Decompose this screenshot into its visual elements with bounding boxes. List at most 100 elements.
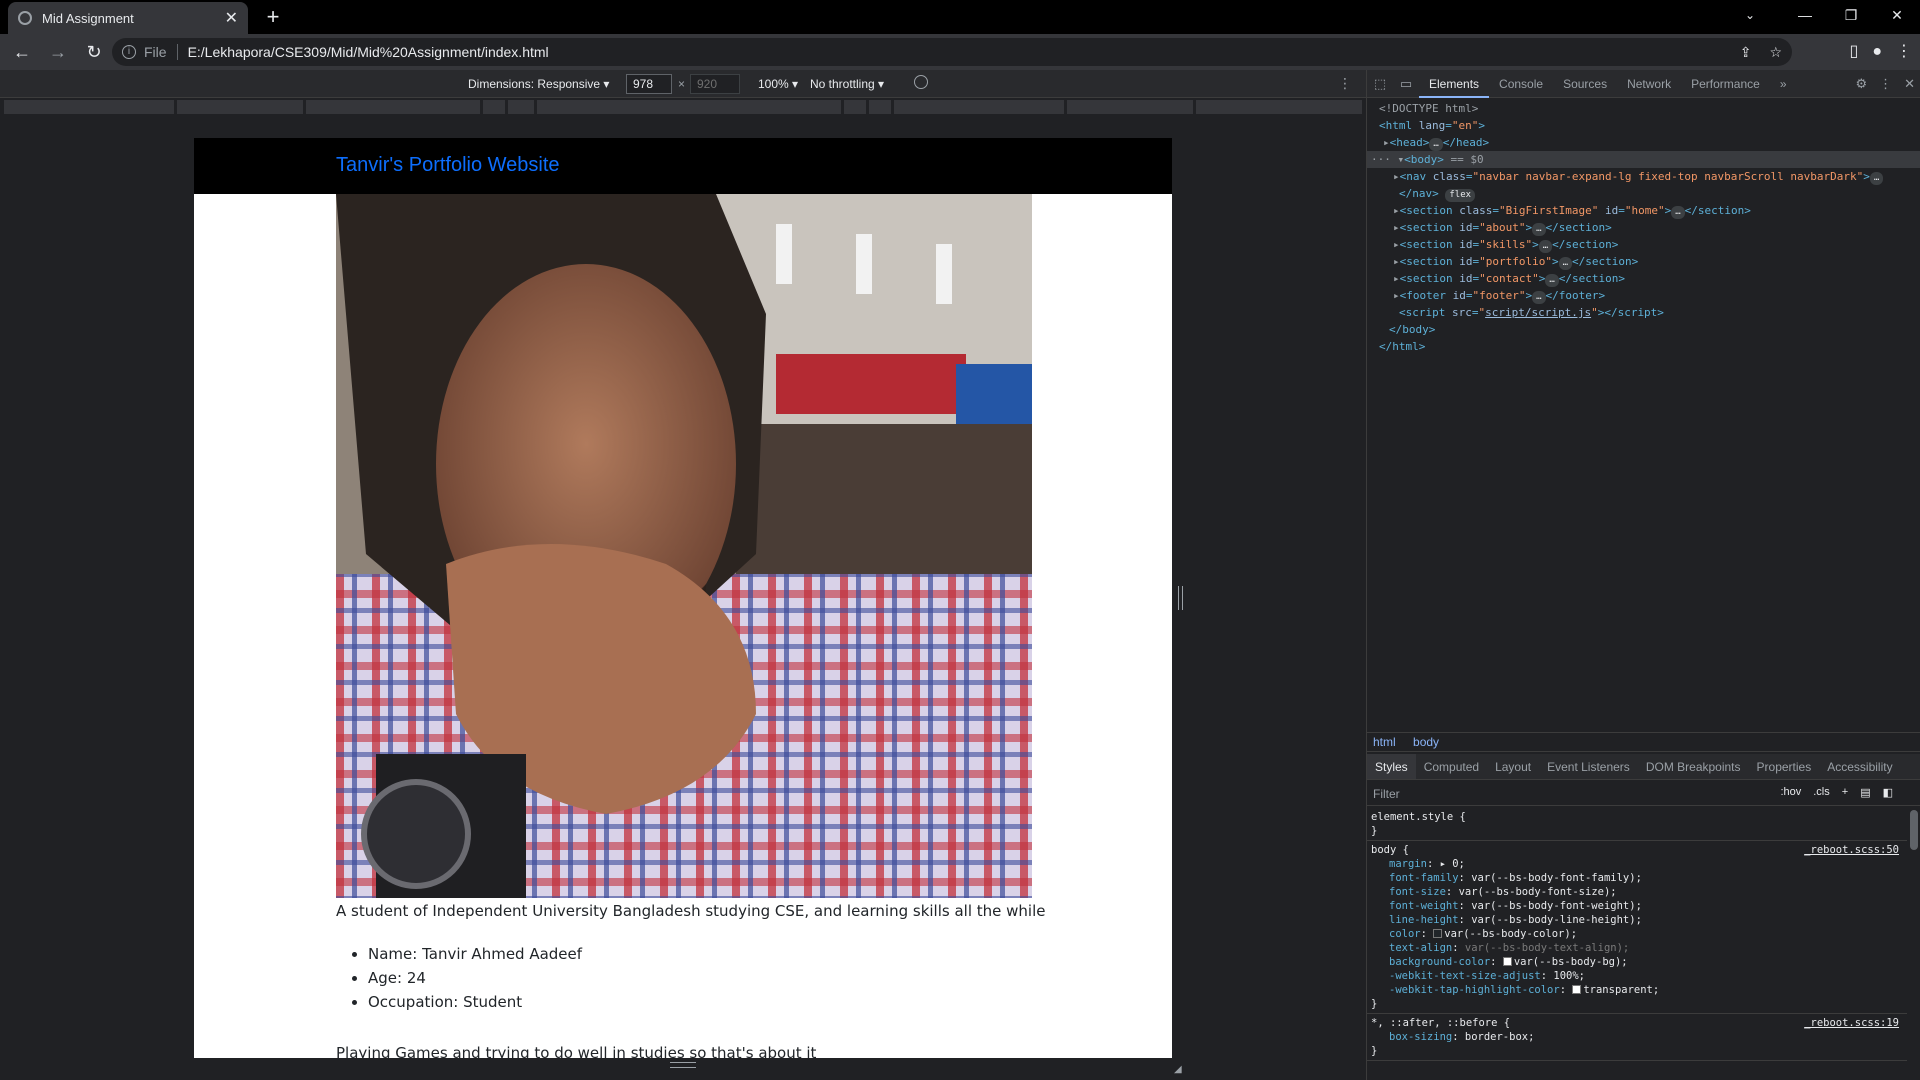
info-icon[interactable]: i [122, 45, 136, 59]
hobby-paragraph: Playing Games and trying to do well in s… [336, 1044, 817, 1058]
close-window-icon[interactable]: ✕ [1874, 0, 1920, 30]
tab-layout[interactable]: Layout [1487, 754, 1539, 779]
browser-toolbar: ← → ↻ i File E:/Lekhapora/CSE309/Mid/Mid… [0, 34, 1920, 70]
dom-nav-close[interactable]: </nav> flex [1367, 185, 1920, 202]
tab-computed[interactable]: Computed [1416, 754, 1487, 779]
detail-name: Name: Tanvir Ahmed Aadeef [368, 942, 582, 966]
tab-strip: Mid Assignment ✕ + ⌄ — ❐ ✕ [0, 0, 1920, 34]
throttling-select[interactable]: No throttling ▾ [810, 77, 884, 91]
bookmark-star-icon[interactable]: ☆ [1769, 44, 1782, 61]
width-input[interactable]: 978 [626, 74, 672, 94]
dom-footer[interactable]: ▸<footer id="footer">… </footer> [1367, 287, 1920, 304]
tab-elements[interactable]: Elements [1419, 70, 1490, 98]
body-rule[interactable]: body { _reboot.scss:50 margin: ▸ 0; font… [1367, 841, 1907, 1014]
window-controls: — ❐ ✕ [1782, 0, 1920, 30]
element-style-rule[interactable]: element.style { } [1367, 808, 1907, 841]
body-rule-source[interactable]: _reboot.scss:50 [1804, 843, 1899, 857]
side-panel-icon[interactable]: ▯ [1850, 38, 1859, 66]
forward-icon[interactable]: → [44, 38, 72, 66]
dom-section-portfolio[interactable]: ▸<section id="portfolio">… </section> [1367, 253, 1920, 270]
dom-tree: <!DOCTYPE html> <html lang="en"> ▸<head>… [1367, 100, 1920, 355]
tab-close-icon[interactable]: ✕ [225, 8, 238, 28]
settings-gear-icon[interactable]: ⚙ [1855, 70, 1867, 98]
inspect-element-icon[interactable]: ⬚ [1367, 76, 1393, 92]
reload-icon[interactable]: ↻ [80, 38, 108, 66]
site-navbar: Tanvir's Portfolio Website [194, 138, 1172, 194]
url-text[interactable]: E:/Lekhapora/CSE309/Mid/Mid%20Assignment… [188, 44, 549, 60]
dom-doctype[interactable]: <!DOCTYPE html> [1367, 100, 1920, 117]
zoom-select[interactable]: 100% ▾ [758, 77, 798, 91]
profile-icon[interactable]: ● [1872, 38, 1882, 66]
tab-styles[interactable]: Styles [1367, 754, 1416, 779]
devtools-tabbar: ⬚ ▭ Elements Console Sources Network Per… [1367, 70, 1920, 98]
styles-tabbar: Styles Computed Layout Event Listeners D… [1367, 754, 1920, 780]
device-toggle-icon[interactable]: ▭ [1393, 76, 1419, 92]
hov-toggle[interactable]: :hov [1780, 786, 1801, 799]
styles-filter[interactable]: Filter :hov .cls + ▤ ◧ [1367, 782, 1920, 806]
globe-icon [18, 11, 32, 25]
scheme-label: File [144, 44, 178, 60]
detail-age: Age: 24 [368, 966, 582, 990]
dom-section-about[interactable]: ▸<section id="about">… </section> [1367, 219, 1920, 236]
dom-section-skills[interactable]: ▸<section id="skills">… </section> [1367, 236, 1920, 253]
dom-body-close[interactable]: </body> [1367, 321, 1920, 338]
height-input[interactable]: 920 [690, 74, 740, 94]
dom-nav[interactable]: ▸<nav class="navbar navbar-expand-lg fix… [1367, 168, 1920, 185]
tab-title: Mid Assignment [42, 10, 134, 26]
dom-body[interactable]: ··· ▾<body> == $0 [1367, 151, 1920, 168]
tab-performance[interactable]: Performance [1681, 70, 1770, 98]
address-bar[interactable]: i File E:/Lekhapora/CSE309/Mid/Mid%20Ass… [112, 38, 1792, 66]
dom-html[interactable]: <html lang="en"> [1367, 117, 1920, 134]
tab-accessibility[interactable]: Accessibility [1819, 754, 1900, 779]
restore-icon[interactable]: ❐ [1828, 0, 1874, 30]
dom-head[interactable]: ▸<head>… </head> [1367, 134, 1920, 151]
media-query-bar[interactable] [0, 98, 1366, 116]
resize-handle-bottom[interactable] [670, 1062, 696, 1068]
brand-link[interactable]: Tanvir's Portfolio Website [336, 154, 560, 177]
profile-photo [336, 194, 1032, 898]
details-list: Name: Tanvir Ahmed Aadeef Age: 24 Occupa… [368, 942, 582, 1014]
menu-kebab-icon[interactable]: ⋮ [1896, 38, 1912, 66]
device-more-icon[interactable]: ⋮ [1338, 75, 1352, 92]
times-sign: × [678, 77, 686, 91]
tab-properties[interactable]: Properties [1749, 754, 1820, 779]
device-toolbar: Dimensions: Responsive ▾ 978 × 920 100% … [0, 70, 1366, 98]
share-icon[interactable]: ⇪ [1740, 44, 1752, 61]
dom-script[interactable]: <script src="script/script.js"></script> [1367, 304, 1920, 321]
styles-scrollbar[interactable] [1910, 810, 1918, 850]
breadcrumb-html[interactable]: html [1373, 735, 1396, 749]
tab-network[interactable]: Network [1617, 70, 1681, 98]
paint-icon[interactable]: ▤ [1860, 786, 1870, 799]
sidebar-toggle-icon[interactable]: ◧ [1883, 786, 1893, 799]
universal-rule[interactable]: *, ::after, ::before { _reboot.scss:19 b… [1367, 1014, 1907, 1061]
tab-sources[interactable]: Sources [1553, 70, 1617, 98]
resize-corner-icon[interactable]: ◢ [1174, 1064, 1182, 1075]
filter-input[interactable]: Filter [1373, 787, 1400, 801]
tab-event-listeners[interactable]: Event Listeners [1539, 754, 1638, 779]
universal-rule-source[interactable]: _reboot.scss:19 [1804, 1016, 1899, 1030]
dom-html-close[interactable]: </html> [1367, 338, 1920, 355]
new-tab-button[interactable]: + [260, 4, 286, 30]
rendered-page: Tanvir's Portfolio Website A student of … [194, 138, 1172, 1058]
minimize-icon[interactable]: — [1782, 0, 1828, 30]
dimensions-select[interactable]: Dimensions: Responsive ▾ [468, 77, 609, 91]
rotate-icon[interactable] [914, 75, 928, 89]
tab-console[interactable]: Console [1489, 70, 1553, 98]
cls-toggle[interactable]: .cls [1813, 786, 1830, 799]
tab-search-icon[interactable]: ⌄ [1730, 0, 1770, 30]
close-devtools-icon[interactable]: ✕ [1904, 70, 1915, 98]
detail-occupation: Occupation: Student [368, 990, 582, 1014]
browser-tab[interactable]: Mid Assignment ✕ [8, 2, 248, 34]
new-rule-icon[interactable]: + [1842, 786, 1848, 799]
more-tabs-icon[interactable]: » [1770, 70, 1797, 98]
dom-section-home[interactable]: ▸<section class="BigFirstImage" id="home… [1367, 202, 1920, 219]
styles-pane: element.style { } body { _reboot.scss:50… [1367, 808, 1907, 1061]
about-paragraph: A student of Independent University Bang… [336, 902, 1046, 920]
back-icon[interactable]: ← [8, 38, 36, 66]
devtools-menu-icon[interactable]: ⋮ [1879, 70, 1892, 98]
resize-handle-right[interactable] [1178, 586, 1183, 610]
tab-dom-breakpoints[interactable]: DOM Breakpoints [1638, 754, 1749, 779]
dom-section-contact[interactable]: ▸<section id="contact">… </section> [1367, 270, 1920, 287]
devtools-panel: ⬚ ▭ Elements Console Sources Network Per… [1366, 70, 1920, 1080]
breadcrumb-body[interactable]: body [1413, 735, 1439, 749]
